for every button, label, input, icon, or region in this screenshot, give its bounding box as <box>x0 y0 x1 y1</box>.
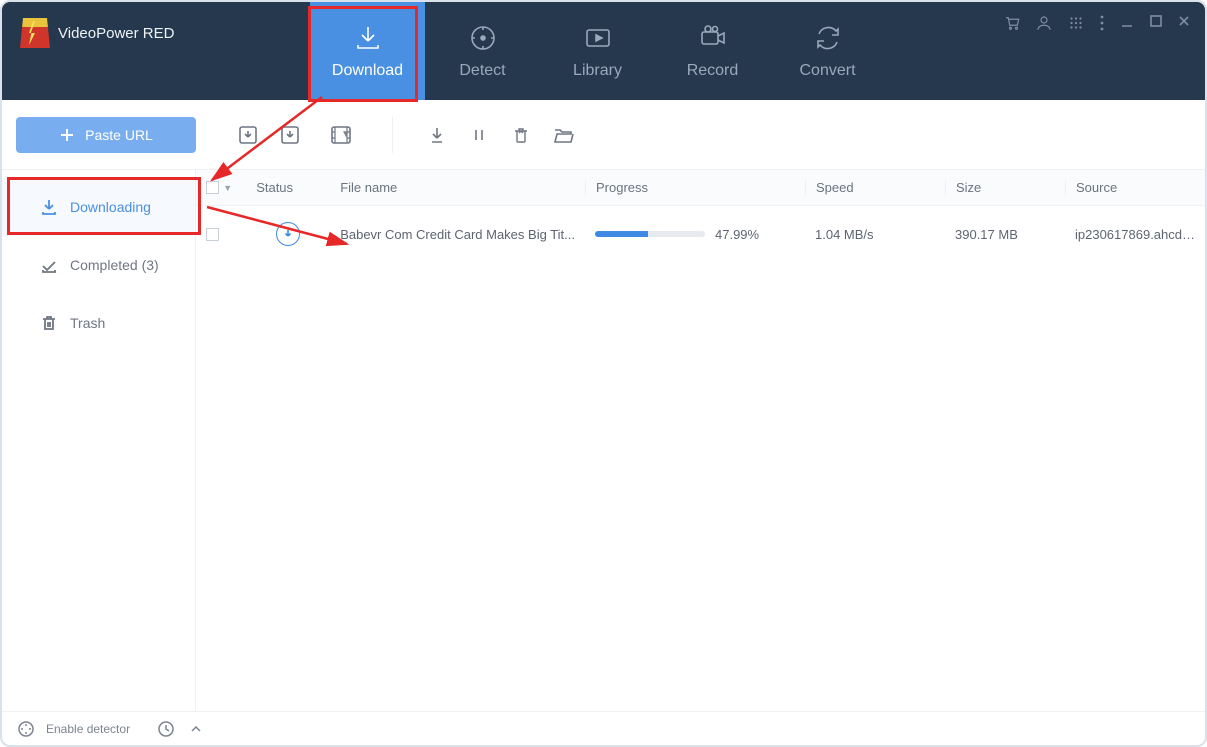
toolbar-open-folder-button[interactable] <box>551 123 575 147</box>
nav-detect-label: Detect <box>459 62 505 80</box>
sidebar-item-downloading[interactable]: Downloading <box>2 178 195 236</box>
app-title: VideoPower RED <box>58 25 174 42</box>
row-size: 390.17 MB <box>945 227 1065 242</box>
table-row[interactable]: Babevr Com Credit Card Makes Big Tit... … <box>196 206 1205 262</box>
close-icon[interactable] <box>1177 14 1191 37</box>
sidebar-item-completed[interactable]: Completed (3) <box>2 236 195 294</box>
select-all-checkbox[interactable] <box>206 181 219 194</box>
library-icon <box>582 22 614 54</box>
title-bar: VideoPower RED Download Detect Library <box>2 2 1205 100</box>
col-source[interactable]: Source <box>1065 180 1205 195</box>
col-speed[interactable]: Speed <box>805 180 945 195</box>
nav-download[interactable]: Download <box>310 2 425 100</box>
toolbar-pause-button[interactable] <box>467 123 491 147</box>
maximize-icon[interactable] <box>1149 14 1163 37</box>
download-icon <box>352 22 384 54</box>
row-speed: 1.04 MB/s <box>805 227 945 242</box>
main-nav: Download Detect Library Record <box>310 2 885 100</box>
paste-url-label: Paste URL <box>85 127 153 143</box>
toolbar: Paste URL ▼ <box>2 100 1205 170</box>
col-status[interactable]: Status <box>246 180 330 195</box>
brand: VideoPower RED <box>2 18 302 48</box>
menu-grid-icon[interactable] <box>1067 14 1085 37</box>
nav-convert-label: Convert <box>799 62 855 80</box>
progress-percent: 47.99% <box>715 227 759 242</box>
window-controls <box>1003 14 1191 37</box>
sidebar-trash-label: Trash <box>70 315 105 331</box>
table-header: ▼ Status File name Progress Speed Size S… <box>196 170 1205 206</box>
cart-icon[interactable] <box>1003 14 1021 37</box>
sidebar-completed-label: Completed (3) <box>70 257 159 273</box>
expand-up-icon[interactable] <box>186 719 206 739</box>
nav-library-label: Library <box>573 62 622 80</box>
col-progress[interactable]: Progress <box>585 180 805 195</box>
sidebar-downloading-label: Downloading <box>70 199 151 215</box>
enable-detector-label: Enable detector <box>46 722 130 736</box>
toolbar-divider <box>392 117 393 153</box>
detector-toggle-icon[interactable] <box>16 719 36 739</box>
toolbar-video-format-button[interactable]: ▼ <box>320 123 360 147</box>
minimize-icon[interactable] <box>1119 14 1135 37</box>
progress-bar <box>595 231 705 237</box>
sidebar: Downloading Completed (3) Trash <box>2 170 196 711</box>
col-filename[interactable]: File name <box>330 180 585 195</box>
main: Downloading Completed (3) Trash ▼ Status… <box>2 170 1205 711</box>
row-checkbox[interactable] <box>206 228 219 241</box>
col-size[interactable]: Size <box>945 180 1065 195</box>
content: ▼ Status File name Progress Speed Size S… <box>196 170 1205 711</box>
chevron-down-icon[interactable]: ▼ <box>223 183 232 193</box>
toolbar-batch-download-button[interactable] <box>278 123 302 147</box>
nav-convert[interactable]: Convert <box>770 2 885 100</box>
more-icon[interactable] <box>1099 14 1105 37</box>
nav-library[interactable]: Library <box>540 2 655 100</box>
toolbar-delete-button[interactable] <box>509 123 533 147</box>
convert-icon <box>812 22 844 54</box>
detect-icon <box>467 22 499 54</box>
app-logo-icon <box>20 18 50 48</box>
chevron-down-icon: ▼ <box>341 129 351 140</box>
downloading-status-icon[interactable] <box>276 222 300 246</box>
nav-record[interactable]: Record <box>655 2 770 100</box>
row-filename: Babevr Com Credit Card Makes Big Tit... <box>330 227 585 242</box>
status-bar: Enable detector <box>2 711 1205 745</box>
toolbar-single-download-button[interactable] <box>236 123 260 147</box>
history-icon[interactable] <box>156 719 176 739</box>
toolbar-start-button[interactable] <box>425 123 449 147</box>
nav-detect[interactable]: Detect <box>425 2 540 100</box>
record-icon <box>697 22 729 54</box>
sidebar-item-trash[interactable]: Trash <box>2 294 195 352</box>
nav-download-label: Download <box>332 62 403 80</box>
nav-record-label: Record <box>687 62 739 80</box>
user-icon[interactable] <box>1035 14 1053 37</box>
paste-url-button[interactable]: Paste URL <box>16 117 196 153</box>
row-source: ip230617869.ahcdn.... <box>1065 227 1205 242</box>
